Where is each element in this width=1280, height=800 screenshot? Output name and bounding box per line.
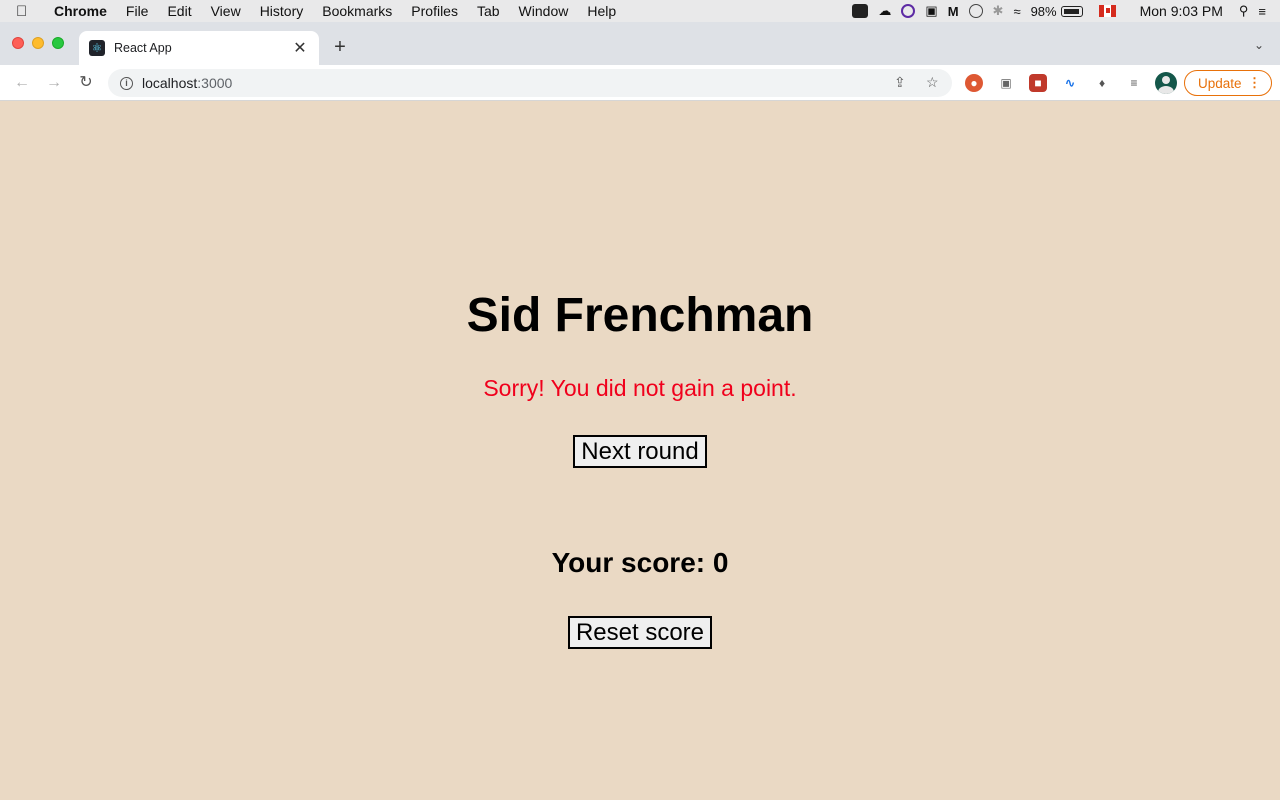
wifi-icon[interactable]: ≈ — [1013, 4, 1020, 19]
spotlight-icon[interactable]: ⚲ — [1239, 3, 1249, 19]
next-round-wrapper: Next round — [0, 435, 1280, 468]
menu-bookmarks[interactable]: Bookmarks — [322, 3, 392, 19]
new-tab-icon[interactable]: + — [331, 36, 349, 59]
share-icon[interactable]: ⇪ — [894, 74, 906, 91]
update-button[interactable]: Update ⋮ — [1184, 70, 1272, 96]
chevron-down-icon[interactable]: ⌄ — [1254, 38, 1264, 52]
tab-strip: ⚛ React App ✕ + ⌄ — [0, 22, 1280, 65]
url-port: :3000 — [197, 75, 233, 91]
score-display: Your score: 0 — [551, 547, 729, 578]
duckduckgo-icon[interactable]: ● — [965, 74, 983, 92]
menu-window[interactable]: Window — [519, 3, 569, 19]
menu-view[interactable]: View — [211, 3, 241, 19]
macos-menu-bar:  Chrome File Edit View History Bookmark… — [0, 0, 1280, 22]
close-tab-icon[interactable]: ✕ — [291, 38, 309, 58]
url-host: localhost — [142, 75, 198, 91]
menu-profiles[interactable]: Profiles — [411, 3, 458, 19]
extension-wave-icon[interactable]: ∿ — [1061, 74, 1079, 92]
battery-icon[interactable] — [1060, 5, 1083, 17]
browser-toolbar: ← → ↻ i localhost:3000 ⇪ ☆ ● ▣ ■ ∿ ♦ ≡ U… — [0, 65, 1280, 101]
clock[interactable]: Mon 9:03 PM — [1140, 3, 1223, 19]
notion-icon[interactable] — [901, 4, 916, 18]
app-menu: Chrome File Edit View History Bookmarks … — [42, 3, 635, 19]
menu-history[interactable]: History — [260, 3, 304, 19]
flag-icon[interactable] — [1098, 5, 1116, 17]
reset-score-button[interactable]: Reset score — [567, 616, 713, 649]
info-icon[interactable]: i — [120, 76, 133, 90]
malwarebytes-icon[interactable]: M — [948, 4, 959, 19]
more-vert-icon[interactable]: ⋮ — [1248, 74, 1261, 92]
extension-glasses-icon[interactable]: ▣ — [997, 74, 1015, 92]
avatar[interactable] — [1155, 72, 1177, 94]
forward-icon[interactable]: → — [44, 73, 64, 93]
result-message: Sorry! You did not gain a point. — [483, 375, 797, 401]
sync-icon[interactable] — [968, 4, 983, 18]
bookmark-star-icon[interactable]: ☆ — [926, 74, 939, 91]
battery-percent: 98% — [1030, 3, 1057, 19]
address-bar[interactable]: i localhost:3000 ⇪ ☆ — [108, 69, 952, 97]
maximize-window-icon[interactable] — [52, 37, 64, 49]
update-label: Update — [1198, 75, 1242, 91]
reload-icon[interactable]: ↻ — [76, 73, 96, 93]
tab-react-app[interactable]: ⚛ React App ✕ — [79, 31, 319, 65]
cloud-icon[interactable]: ☁ — [878, 3, 891, 19]
close-window-icon[interactable] — [12, 37, 24, 49]
back-icon[interactable]: ← — [12, 73, 32, 93]
elephant-icon[interactable]: ▣ — [925, 3, 937, 19]
extensions-puzzle-icon[interactable]: ♦ — [1093, 74, 1111, 92]
extension-red-icon[interactable]: ■ — [1029, 74, 1047, 92]
reset-score-wrapper: Reset score — [0, 616, 1280, 649]
menu-help[interactable]: Help — [587, 3, 616, 19]
next-round-button[interactable]: Next round — [573, 435, 707, 468]
menu-tab[interactable]: Tab — [477, 3, 500, 19]
minimize-window-icon[interactable] — [32, 37, 44, 49]
player-name: Sid Frenchman — [466, 289, 814, 342]
page-content: Sid Frenchman Sorry! You did not gain a … — [0, 101, 1280, 800]
status-area: ☁ ▣ M ✱ ≈ 98% Mon 9:03 PM ⚲ ≡ — [852, 0, 1280, 22]
react-icon: ⚛ — [89, 40, 105, 56]
menu-file[interactable]: File — [126, 3, 149, 19]
window-controls — [12, 37, 64, 49]
tab-title: React App — [114, 41, 172, 55]
media-control-icon[interactable]: ≡ — [1125, 74, 1143, 92]
menu-edit[interactable]: Edit — [167, 3, 191, 19]
zoom-icon[interactable] — [852, 4, 869, 18]
apple-icon[interactable]:  — [16, 3, 42, 20]
control-center-icon[interactable]: ≡ — [1258, 4, 1266, 19]
bluetooth-icon[interactable]: ✱ — [993, 3, 1004, 19]
menu-app-name[interactable]: Chrome — [54, 3, 107, 19]
